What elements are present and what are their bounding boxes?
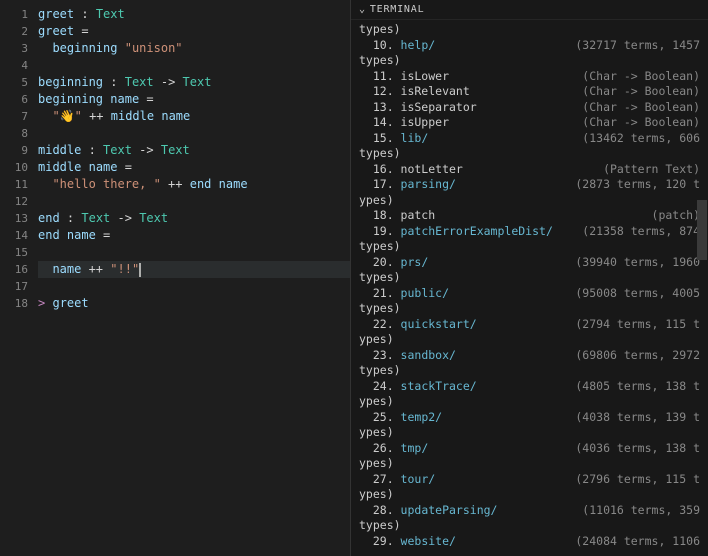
line-number: 17 [0, 278, 38, 295]
terminal-line: 23. sandbox/(69806 terms, 2972 [359, 348, 700, 364]
editor-cursor [139, 263, 141, 277]
terminal-line: types) [359, 301, 700, 317]
directory-name: parsing/ [401, 177, 456, 191]
terminal-line: ypes) [359, 193, 700, 209]
terminal-line: 14. isUpper(Char -> Boolean) [359, 115, 700, 131]
line-number: 9 [0, 142, 38, 159]
code-line[interactable]: greet = [38, 23, 350, 40]
terminal-line: 10. help/(32717 terms, 1457 [359, 38, 700, 54]
terminal-line: ypes) [359, 394, 700, 410]
directory-name: website/ [401, 534, 456, 548]
line-number: 2 [0, 23, 38, 40]
code-line[interactable]: > greet [38, 295, 350, 312]
code-line[interactable]: end name = [38, 227, 350, 244]
line-number: 12 [0, 193, 38, 210]
terminal-line: 27. tour/(2796 terms, 115 t [359, 472, 700, 488]
terminal-line: types) [359, 518, 700, 534]
code-line[interactable] [38, 244, 350, 261]
code-line[interactable] [38, 57, 350, 74]
terminal-header[interactable]: ⌄ TERMINAL [351, 0, 708, 20]
terminal-line: 20. prs/(39940 terms, 1960 [359, 255, 700, 271]
terminal-line: types) [359, 363, 700, 379]
line-number: 14 [0, 227, 38, 244]
code-line[interactable]: middle : Text -> Text [38, 142, 350, 159]
directory-name: stackTrace/ [401, 379, 477, 393]
terminal-line: 11. isLower(Char -> Boolean) [359, 69, 700, 85]
line-number: 13 [0, 210, 38, 227]
code-line[interactable]: beginning name = [38, 91, 350, 108]
code-line[interactable]: "hello there, " ++ end name [38, 176, 350, 193]
directory-name: prs/ [401, 255, 429, 269]
directory-name: patchErrorExampleDist/ [401, 224, 553, 238]
terminal-line: 15. lib/(13462 terms, 606 [359, 131, 700, 147]
line-number: 1 [0, 6, 38, 23]
terminal-line: 12. isRelevant(Char -> Boolean) [359, 84, 700, 100]
line-number: 7 [0, 108, 38, 125]
directory-name: lib/ [401, 131, 429, 145]
code-line[interactable] [38, 193, 350, 210]
line-number: 18 [0, 295, 38, 312]
terminal-line: 28. updateParsing/(11016 terms, 359 [359, 503, 700, 519]
terminal-title: TERMINAL [370, 4, 425, 15]
line-number: 10 [0, 159, 38, 176]
code-line[interactable]: "👋" ++ middle name [38, 108, 350, 125]
line-number: 16 [0, 261, 38, 278]
terminal-line: types) [359, 270, 700, 286]
editor-pane: 123456789101112131415161718 greet : Text… [0, 0, 350, 556]
line-number: 4 [0, 57, 38, 74]
terminal-pane: ⌄ TERMINAL types) 10. help/(32717 terms,… [350, 0, 708, 556]
line-number: 11 [0, 176, 38, 193]
code-line[interactable] [38, 125, 350, 142]
code-line[interactable]: end : Text -> Text [38, 210, 350, 227]
terminal-line: ypes) [359, 487, 700, 503]
terminal-line: 19. patchErrorExampleDist/(21358 terms, … [359, 224, 700, 240]
line-number: 3 [0, 40, 38, 57]
terminal-scrollbar[interactable] [697, 200, 707, 260]
terminal-line: ypes) [359, 332, 700, 348]
code-line[interactable]: middle name = [38, 159, 350, 176]
line-number: 5 [0, 74, 38, 91]
terminal-line: ypes) [359, 425, 700, 441]
terminal-line: 21. public/(95008 terms, 4005 [359, 286, 700, 302]
chevron-down-icon: ⌄ [359, 4, 366, 15]
terminal-body[interactable]: types) 10. help/(32717 terms, 1457types)… [351, 20, 708, 556]
code-line[interactable]: name ++ "!!" [38, 261, 350, 278]
terminal-line: 18. patch(patch) [359, 208, 700, 224]
line-number: 8 [0, 125, 38, 142]
terminal-line: 29. website/(24084 terms, 1106 [359, 534, 700, 550]
terminal-line: 22. quickstart/(2794 terms, 115 t [359, 317, 700, 333]
line-number-gutter: 123456789101112131415161718 [0, 0, 38, 556]
code-line[interactable]: greet : Text [38, 6, 350, 23]
terminal-line: types) [359, 146, 700, 162]
code-line[interactable]: beginning "unison" [38, 40, 350, 57]
terminal-line: 16. notLetter(Pattern Text) [359, 162, 700, 178]
terminal-line: 26. tmp/(4036 terms, 138 t [359, 441, 700, 457]
terminal-line: 25. temp2/(4038 terms, 139 t [359, 410, 700, 426]
directory-name: public/ [401, 286, 449, 300]
line-number: 6 [0, 91, 38, 108]
code-line[interactable]: beginning : Text -> Text [38, 74, 350, 91]
directory-name: updateParsing/ [401, 503, 498, 517]
terminal-line: types) [359, 239, 700, 255]
line-number: 15 [0, 244, 38, 261]
directory-name: sandbox/ [401, 348, 456, 362]
directory-name: help/ [401, 38, 436, 52]
terminal-line: 17. parsing/(2873 terms, 120 t [359, 177, 700, 193]
terminal-line: ypes) [359, 456, 700, 472]
code-area[interactable]: greet : Textgreet = beginning "unison" be… [38, 0, 350, 556]
directory-name: quickstart/ [401, 317, 477, 331]
directory-name: tour/ [401, 472, 436, 486]
directory-name: tmp/ [401, 441, 429, 455]
terminal-line: 13. isSeparator(Char -> Boolean) [359, 100, 700, 116]
directory-name: temp2/ [401, 410, 443, 424]
code-line[interactable] [38, 278, 350, 295]
terminal-line: types) [359, 53, 700, 69]
terminal-line: 24. stackTrace/(4805 terms, 138 t [359, 379, 700, 395]
terminal-line: types) [359, 22, 700, 38]
